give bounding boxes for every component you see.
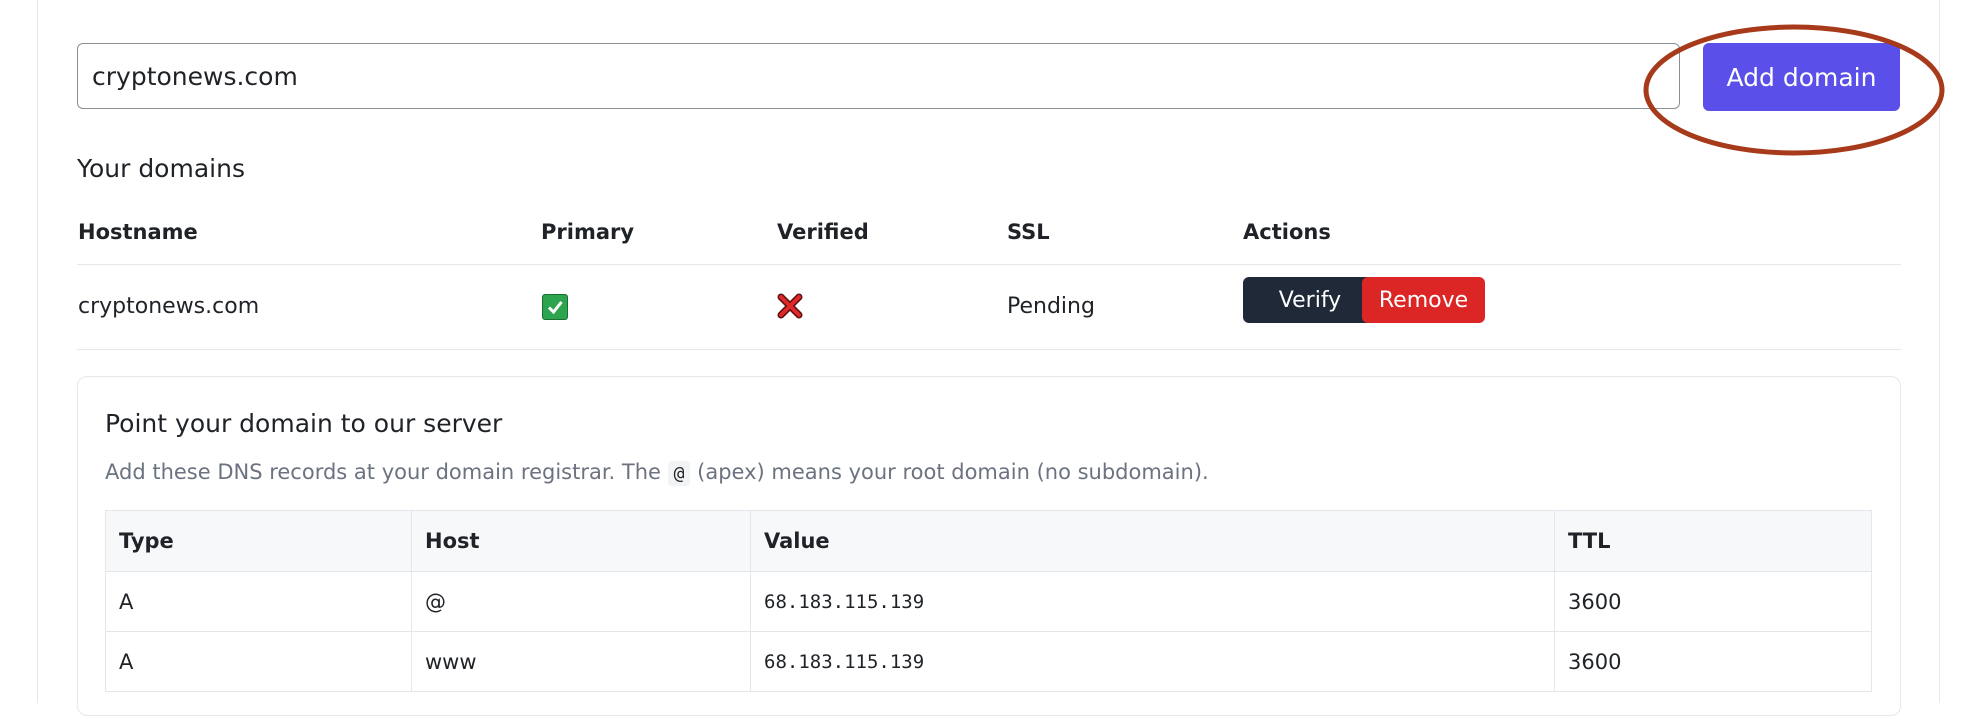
domains-table-header: Hostname Primary Verified SSL Actions <box>77 212 1901 265</box>
table-row: A @ 68.183.115.139 3600 <box>105 571 1872 632</box>
record-value: 68.183.115.139 <box>750 631 1555 692</box>
dns-table-header: Type Host Value TTL <box>105 510 1872 572</box>
description-text: Add these DNS records at your domain reg… <box>105 460 668 484</box>
header-value: Value <box>750 510 1555 572</box>
record-host: www <box>411 631 751 692</box>
header-verified: Verified <box>777 220 869 244</box>
hostname-cell: cryptonews.com <box>78 294 260 319</box>
table-row: cryptonews.com Pending Verify Remove <box>77 264 1901 350</box>
add-domain-button[interactable]: Add domain <box>1703 43 1900 111</box>
your-domains-heading: Your domains <box>77 154 245 183</box>
record-type: A <box>105 631 412 692</box>
dns-instructions-card: Point your domain to our server Add thes… <box>77 376 1901 716</box>
dns-records-table: Type Host Value TTL A @ 68.183.115.139 3… <box>105 510 1872 692</box>
header-primary: Primary <box>541 220 635 244</box>
apex-code: @ <box>667 461 691 486</box>
remove-button[interactable]: Remove <box>1362 277 1485 323</box>
record-ttl: 3600 <box>1554 631 1872 692</box>
header-type: Type <box>105 510 412 572</box>
page-left-border <box>37 0 38 703</box>
page-right-border <box>1939 0 1940 703</box>
verify-button[interactable]: Verify <box>1243 277 1377 323</box>
dns-card-description: Add these DNS records at your domain reg… <box>105 460 1209 486</box>
dns-card-title: Point your domain to our server <box>105 409 503 438</box>
record-type: A <box>105 571 412 632</box>
table-row: A www 68.183.115.139 3600 <box>105 631 1872 692</box>
header-actions: Actions <box>1243 220 1331 244</box>
header-host: Host <box>411 510 751 572</box>
checkbox-checked-icon <box>542 294 568 320</box>
header-ttl: TTL <box>1554 510 1872 572</box>
header-hostname: Hostname <box>78 220 198 244</box>
record-value: 68.183.115.139 <box>750 571 1555 632</box>
description-text-end: (apex) means your root domain (no subdom… <box>690 460 1209 484</box>
domain-input[interactable] <box>77 43 1680 109</box>
record-host: @ <box>411 571 751 632</box>
ssl-status: Pending <box>1007 294 1095 319</box>
red-x-icon <box>777 293 803 323</box>
record-ttl: 3600 <box>1554 571 1872 632</box>
header-ssl: SSL <box>1007 220 1050 244</box>
